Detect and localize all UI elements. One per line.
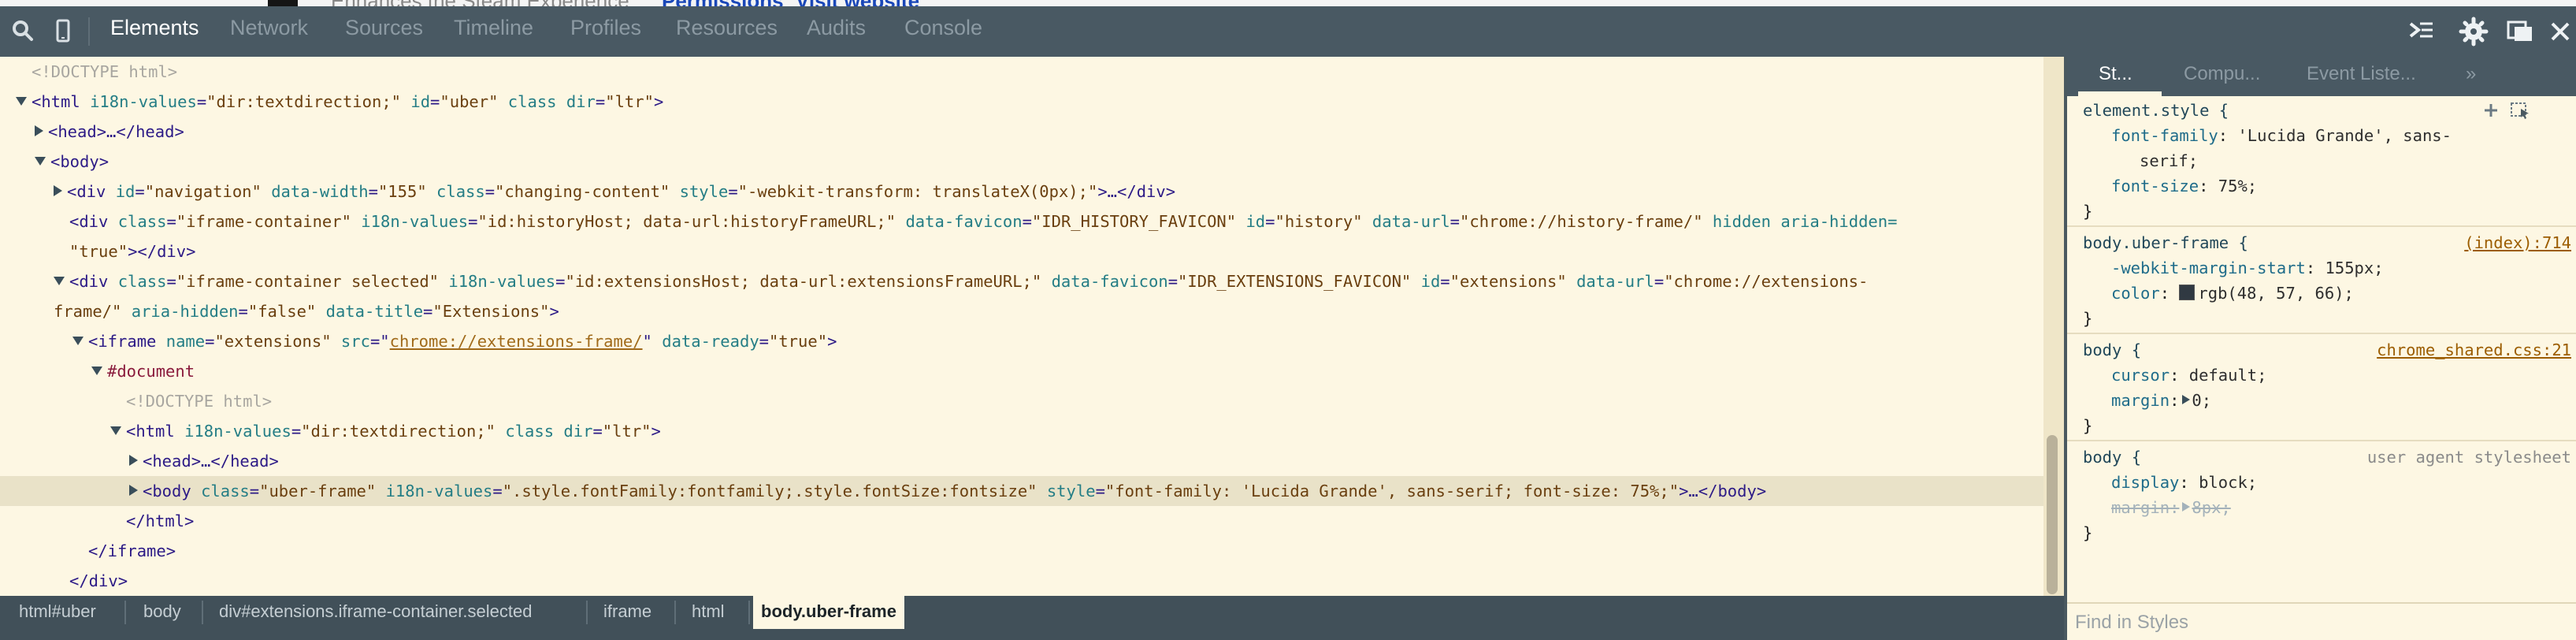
breadcrumb-separator (586, 601, 588, 624)
rule-selector-body-ua[interactable]: body {user agent stylesheet (2067, 445, 2576, 470)
expand-triangle-icon[interactable] (91, 366, 102, 375)
dom-node-body[interactable]: <body> (0, 147, 2043, 177)
collapse-triangle-icon[interactable] (129, 485, 138, 496)
dom-node-div-close[interactable]: </div> (0, 566, 2043, 596)
dom-node-inner-doctype[interactable]: <!DOCTYPE html> (0, 386, 2043, 416)
style-decl-color[interactable]: color: rgb(48, 57, 66); (2067, 281, 2576, 306)
collapse-triangle-icon[interactable] (35, 125, 43, 136)
breadcrumb-html-uber[interactable]: html#uber (11, 596, 104, 629)
tab-console[interactable]: Console (904, 16, 982, 40)
collapse-triangle-icon[interactable] (54, 185, 62, 196)
style-decl-font-size[interactable]: font-size: 75%; (2067, 173, 2576, 199)
toggle-element-state-icon[interactable] (2510, 101, 2530, 120)
rule-close-brace: } (2083, 416, 2093, 435)
breadcrumb-body-uber-frame[interactable]: body.uber-frame (753, 596, 904, 629)
tab-styles[interactable]: St... (2099, 63, 2132, 85)
vertical-scrollbar[interactable] (2047, 435, 2058, 594)
tab-timeline[interactable]: Timeline (454, 16, 533, 40)
background-page-strip: Enhances the Steam Experience Permission… (0, 0, 2576, 6)
search-icon[interactable] (5, 13, 43, 50)
tab-audits[interactable]: Audits (807, 16, 866, 40)
dom-node-html[interactable]: <html i18n-values="dir:textdirection;" i… (0, 87, 2043, 117)
rule-selector-body-shared[interactable]: body {chrome_shared.css:21 (2067, 337, 2576, 363)
find-in-styles-bar (2067, 602, 2576, 640)
style-decl-font-family[interactable]: font-family: 'Lucida Grande', sans- (2067, 123, 2576, 148)
dom-tree-pane: <!DOCTYPE html> <html i18n-values="dir:t… (0, 57, 2043, 596)
rule-divider (2067, 440, 2576, 441)
more-tabs-icon[interactable]: » (2466, 63, 2476, 85)
dock-side-icon[interactable] (2502, 13, 2540, 50)
breadcrumb-iframe[interactable]: iframe (596, 596, 659, 629)
breadcrumb-separator (124, 601, 126, 624)
source-link-index[interactable]: (index):714 (2464, 230, 2571, 255)
dom-node-doctype[interactable]: <!DOCTYPE html> (0, 57, 2043, 87)
dom-node-div-extensions[interactable]: <div class="iframe-container selected" i… (0, 266, 2043, 296)
breadcrumb-separator (674, 601, 676, 624)
dom-node-document[interactable]: #document (0, 356, 2043, 386)
dom-node-inner-html[interactable]: <html i18n-values="dir:textdirection;" c… (0, 416, 2043, 446)
expand-triangle-icon[interactable] (110, 426, 121, 435)
tab-network[interactable]: Network (230, 16, 308, 40)
dom-node-div-history[interactable]: <div class="iframe-container" i18n-value… (0, 207, 2043, 236)
active-tab-indicator (2078, 91, 2162, 96)
dom-node-iframe[interactable]: <iframe name="extensions" src="chrome://… (0, 326, 2043, 356)
expand-triangle-icon[interactable] (16, 96, 27, 106)
style-decl-cursor[interactable]: cursor: default; (2067, 363, 2576, 388)
styles-tab-bar: St... Compu... Event Liste... » (2067, 57, 2576, 96)
breadcrumb-separator (202, 601, 203, 624)
expand-triangle-icon[interactable] (72, 336, 84, 345)
device-mode-icon[interactable] (44, 13, 82, 50)
style-decl-margin-overridden[interactable]: margin: 8px; (2067, 495, 2576, 520)
rule-divider (2067, 333, 2576, 334)
dom-node-iframe-close[interactable]: </iframe> (0, 536, 2043, 566)
expand-triangle-icon[interactable] (54, 276, 65, 285)
tab-elements[interactable]: Elements (110, 16, 199, 40)
background-page-text: Enhances the Steam Experience (331, 0, 629, 6)
dom-node-head[interactable]: <head>…</head> (0, 117, 2043, 147)
gear-icon[interactable] (2455, 13, 2492, 50)
rule-close-brace: } (2083, 309, 2093, 328)
dom-node-div-extensions-cont[interactable]: frame/" aria-hidden="false" data-title="… (0, 296, 2043, 326)
permissions-link[interactable]: Permissions (662, 0, 784, 6)
dom-node-inner-html-close[interactable]: </html> (0, 506, 2043, 536)
devtools-toolbar: Elements Network Sources Timeline Profil… (0, 6, 2576, 57)
rule-close-brace: } (2083, 202, 2093, 221)
dom-node-div-navigation[interactable]: <div id="navigation" data-width="155" cl… (0, 177, 2043, 207)
tab-sources[interactable]: Sources (345, 16, 423, 40)
rule-close-brace: } (2083, 523, 2093, 542)
style-decl-font-family-cont[interactable]: serif; (2067, 148, 2576, 173)
breadcrumb-html[interactable]: html (684, 596, 733, 629)
tab-computed[interactable]: Compu... (2184, 63, 2260, 85)
iframe-src-link[interactable]: chrome://extensions-frame/ (390, 332, 643, 351)
tab-event-listeners[interactable]: Event Liste... (2307, 63, 2416, 85)
dom-node-div-history-cont[interactable]: "true"></div> (0, 236, 2043, 266)
dom-node-inner-body-selected[interactable]: <body class="uber-frame" i18n-values=".s… (0, 476, 2043, 506)
tab-profiles[interactable]: Profiles (570, 16, 641, 40)
collapse-triangle-icon[interactable] (129, 455, 138, 466)
toolbar-separator (88, 17, 90, 46)
breadcrumb-separator (748, 601, 750, 624)
background-page-logo (268, 0, 298, 6)
tab-resources[interactable]: Resources (676, 16, 778, 40)
source-link-chrome-shared[interactable]: chrome_shared.css:21 (2377, 337, 2571, 363)
style-decl-display[interactable]: display: block; (2067, 470, 2576, 495)
breadcrumb-body[interactable]: body (135, 596, 189, 629)
color-swatch[interactable] (2179, 285, 2196, 300)
rule-selector-body-uber-frame[interactable]: body.uber-frame {(index):714 (2067, 230, 2576, 255)
breadcrumb-div-extensions[interactable]: div#extensions.iframe-container.selected (211, 596, 540, 629)
visit-website-link[interactable]: Visit website (796, 0, 919, 6)
rule-divider (2067, 225, 2576, 227)
expand-triangle-icon[interactable] (35, 156, 46, 166)
dom-node-inner-head[interactable]: <head>…</head> (0, 446, 2043, 476)
style-decl-margin[interactable]: margin: 0; (2067, 388, 2576, 413)
style-decl-margin-start[interactable]: -webkit-margin-start: 155px; (2067, 255, 2576, 281)
expand-shorthand-icon[interactable] (2182, 502, 2191, 512)
styles-sidebar: St... Compu... Event Liste... » element.… (2067, 57, 2576, 640)
add-rule-icon[interactable] (2481, 101, 2500, 120)
close-icon[interactable] (2541, 13, 2576, 50)
user-agent-label: user agent stylesheet (2366, 448, 2571, 467)
console-drawer-icon[interactable] (2403, 13, 2441, 50)
find-in-styles-input[interactable] (2073, 608, 2565, 637)
expand-shorthand-icon[interactable] (2182, 395, 2191, 404)
